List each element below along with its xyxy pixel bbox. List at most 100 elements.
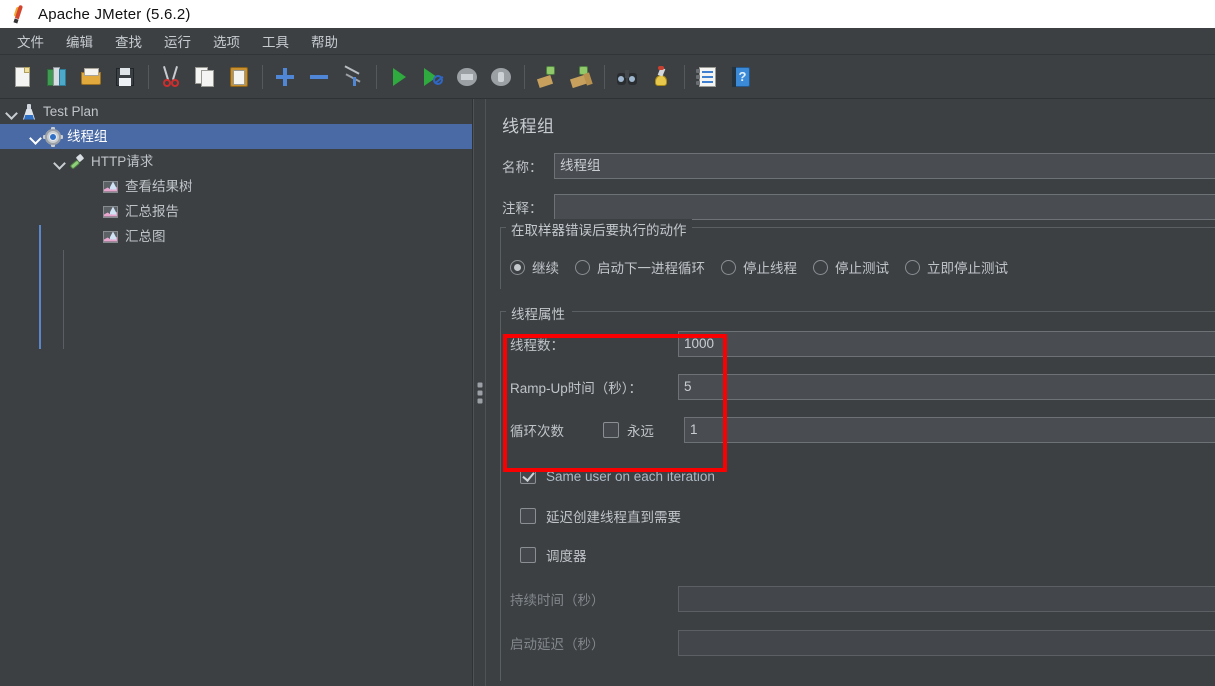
toolbar-separator — [376, 65, 377, 89]
function-helper-icon[interactable] — [692, 62, 722, 92]
start-icon[interactable] — [384, 62, 414, 92]
duration-input[interactable] — [678, 586, 1215, 612]
save-icon[interactable] — [110, 62, 140, 92]
chevron-down-icon[interactable] — [28, 130, 42, 144]
menu-bar: 文件 编辑 查找 运行 选项 工具 帮助 — [0, 28, 1215, 55]
title-bar: Apache JMeter (5.6.2) — [0, 0, 1215, 28]
radio-stop-test[interactable] — [813, 260, 828, 275]
new-icon[interactable] — [8, 62, 38, 92]
thread-properties-legend: 线程属性 — [506, 303, 570, 323]
toolbar-separator — [262, 65, 263, 89]
tree-node-summary-report[interactable]: 汇总报告 — [0, 199, 472, 224]
thread-group-icon — [44, 128, 62, 146]
tree-node-thread-group[interactable]: 线程组 — [0, 124, 472, 149]
name-label: 名称： — [502, 156, 554, 176]
search-reset-icon[interactable] — [646, 62, 676, 92]
stop-icon[interactable] — [452, 62, 482, 92]
startup-delay-input[interactable] — [678, 630, 1215, 656]
toolbar-separator — [604, 65, 605, 89]
listener-icon — [102, 228, 120, 246]
delay-thread-creation-label: 延迟创建线程直到需要 — [546, 506, 681, 526]
radio-stop-test-label: 停止测试 — [835, 257, 889, 277]
clear-all-icon[interactable] — [566, 62, 596, 92]
scheduler-label: 调度器 — [546, 545, 587, 565]
cut-icon[interactable] — [156, 62, 186, 92]
menu-edit[interactable]: 编辑 — [55, 28, 104, 54]
radio-start-next-loop[interactable] — [575, 260, 590, 275]
same-user-label: Same user on each iteration — [546, 469, 715, 484]
thread-group-config-panel: 线程组 名称： 线程组 注释： 在取样器错误后要执行的动作 继续 — [486, 99, 1215, 686]
expand-icon[interactable] — [270, 62, 300, 92]
toolbar-separator — [148, 65, 149, 89]
checkbox-scheduler[interactable] — [520, 547, 536, 563]
loop-count-input[interactable]: 1 — [684, 417, 1215, 443]
chevron-down-icon[interactable] — [4, 105, 18, 119]
start-no-pause-icon[interactable] — [418, 62, 448, 92]
copy-icon[interactable] — [190, 62, 220, 92]
search-icon[interactable] — [612, 62, 642, 92]
ramp-up-label: Ramp-Up时间（秒）： — [510, 377, 678, 397]
checkbox-forever[interactable] — [603, 422, 619, 438]
tree-node-http-request[interactable]: HTTP请求 — [0, 149, 472, 174]
split-pane-grip[interactable] — [477, 379, 482, 406]
menu-run[interactable]: 运行 — [153, 28, 202, 54]
thread-properties-group: 线程属性 — [500, 311, 1215, 681]
checkbox-delay-thread-creation[interactable] — [520, 508, 536, 524]
radio-continue-label: 继续 — [532, 257, 559, 277]
menu-options[interactable]: 选项 — [202, 28, 251, 54]
shutdown-icon[interactable] — [486, 62, 516, 92]
sampler-error-action-legend: 在取样器错误后要执行的动作 — [506, 219, 692, 239]
tree-node-label: 查看结果树 — [125, 174, 193, 199]
duration-label: 持续时间（秒） — [510, 589, 678, 609]
tree-node-label: 汇总图 — [125, 224, 166, 249]
num-threads-input[interactable]: 1000 — [678, 331, 1215, 357]
forever-label: 永远 — [627, 420, 684, 440]
window-title: Apache JMeter (5.6.2) — [38, 6, 191, 23]
toggle-icon[interactable] — [338, 62, 368, 92]
listener-icon — [102, 178, 120, 196]
menu-help[interactable]: 帮助 — [300, 28, 349, 54]
radio-stop-thread[interactable] — [721, 260, 736, 275]
toolbar-separator — [524, 65, 525, 89]
checkbox-same-user-each-iteration[interactable] — [520, 468, 536, 484]
http-request-icon — [68, 153, 86, 171]
tree-node-label: 汇总报告 — [125, 199, 179, 224]
radio-start-next-loop-label: 启动下一进程循环 — [597, 257, 705, 277]
menu-search[interactable]: 查找 — [104, 28, 153, 54]
toolbar: ? — [0, 55, 1215, 99]
comment-label: 注释： — [502, 197, 554, 217]
paste-icon[interactable] — [224, 62, 254, 92]
tree-node-aggregate-graph[interactable]: 汇总图 — [0, 224, 472, 249]
tree-node-label: HTTP请求 — [91, 149, 153, 174]
main-split-pane: Test Plan 线程组 HTTP请求 — [0, 99, 1215, 686]
radio-stop-test-now-label: 立即停止测试 — [927, 257, 1008, 277]
jmeter-feather-icon — [10, 4, 30, 24]
menu-file[interactable]: 文件 — [6, 28, 55, 54]
test-plan-tree[interactable]: Test Plan 线程组 HTTP请求 — [0, 99, 473, 686]
radio-stop-test-now[interactable] — [905, 260, 920, 275]
split-pane-divider[interactable] — [473, 99, 486, 686]
jmeter-window: Apache JMeter (5.6.2) 文件 编辑 查找 运行 选项 工具 … — [0, 0, 1215, 686]
listener-icon — [102, 203, 120, 221]
name-input[interactable]: 线程组 — [554, 153, 1215, 179]
sampler-error-action-group: 在取样器错误后要执行的动作 继续 启动下一进程循环 停止线程 停止测试 立即停止… — [500, 227, 1215, 289]
templates-icon[interactable] — [42, 62, 72, 92]
chevron-down-icon[interactable] — [52, 155, 66, 169]
radio-stop-thread-label: 停止线程 — [743, 257, 797, 277]
ramp-up-input[interactable]: 5 — [678, 374, 1215, 400]
tree-node-view-results-tree[interactable]: 查看结果树 — [0, 174, 472, 199]
menu-tools[interactable]: 工具 — [251, 28, 300, 54]
help-icon[interactable]: ? — [726, 62, 756, 92]
radio-continue[interactable] — [510, 260, 525, 275]
page-title: 线程组 — [502, 112, 555, 137]
toolbar-separator — [684, 65, 685, 89]
collapse-icon[interactable] — [304, 62, 334, 92]
open-icon[interactable] — [76, 62, 106, 92]
num-threads-label: 线程数： — [510, 334, 678, 354]
tree-node-test-plan[interactable]: Test Plan — [0, 99, 472, 124]
test-plan-icon — [20, 103, 38, 121]
tree-node-label: 线程组 — [67, 124, 108, 149]
comment-input[interactable] — [554, 194, 1215, 220]
tree-node-label: Test Plan — [43, 99, 99, 124]
clear-icon[interactable] — [532, 62, 562, 92]
